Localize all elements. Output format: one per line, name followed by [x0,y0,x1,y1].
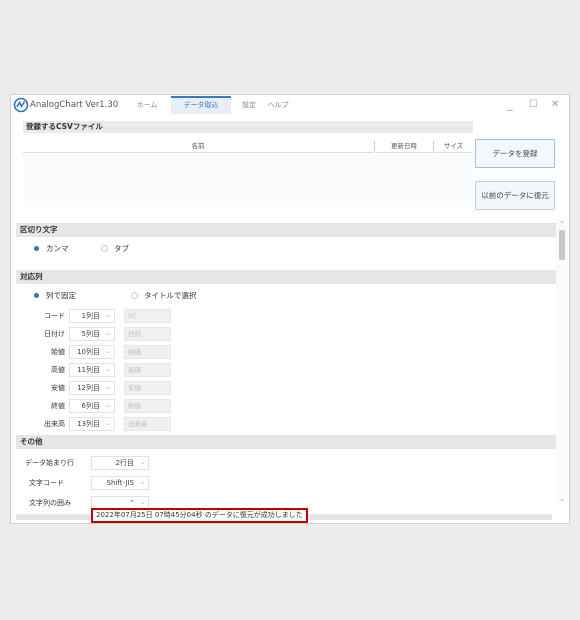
code-column-select[interactable]: 1列目 ⌄ [69,309,115,323]
radio-selected-icon [34,245,39,251]
chevron-down-icon: ⌄ [105,402,111,409]
select-value: 2行目 [115,459,134,467]
date-title-field: 日付 [124,327,171,341]
code-title-field: SC [124,309,171,323]
select-value: 13列目 [77,420,100,428]
mapping-label-low: 安値 [51,384,65,392]
encoding-select[interactable]: Shift-JIS ⌄ [91,476,149,490]
mapping-section-title: 対応列 [16,270,556,284]
chevron-down-icon: ⌄ [105,330,111,337]
chevron-down-icon: ⌄ [105,420,111,427]
other-section-title: その他 [16,435,556,449]
close-icon[interactable]: ✕ [551,98,559,112]
mapping-label-open: 始値 [51,348,65,356]
select-value: " [130,499,134,507]
mapping-label-close: 終値 [51,402,65,410]
chevron-down-icon: ⌄ [139,479,145,486]
title-bar: AnalogChart Ver1.30 ホーム データ取込 設定 ヘルプ _ ☐… [11,95,569,115]
low-title-field: 安値 [124,381,171,395]
select-value: 11列目 [77,366,100,374]
volume-column-select[interactable]: 13列目 ⌄ [69,417,115,431]
csv-file-list[interactable] [23,154,473,207]
scroll-up-icon[interactable]: ⌃ [556,219,568,229]
tab-home[interactable]: ホーム [127,96,167,114]
csv-file-table[interactable]: 名前 更新日時 サイズ [23,139,473,207]
radio-comma[interactable]: カンマ [33,243,69,255]
radio-unselected-icon [101,244,108,252]
data-start-row-select[interactable]: 2行目 ⌄ [91,456,149,470]
select-value: Shift-JIS [106,479,134,487]
radio-tab[interactable]: タブ [101,243,129,255]
minimize-icon[interactable]: _ [507,98,513,112]
select-value: 5列目 [81,330,100,338]
analogchart-logo-icon [13,97,29,113]
radio-comma-label: カンマ [46,244,69,253]
low-column-select[interactable]: 12列目 ⌄ [69,381,115,395]
data-start-row-label: データ始まり行 [25,459,74,467]
status-message: 2022年07月25日 07時45分04秒 のデータに復元が成功しました [91,508,308,523]
date-column-select[interactable]: 5列目 ⌄ [69,327,115,341]
chevron-down-icon: ⌄ [105,384,111,391]
scroll-thumb[interactable] [559,230,565,260]
radio-unselected-icon [131,291,138,299]
radio-fixed-column-label: 列で固定 [46,291,76,300]
radio-select-by-title[interactable]: タイトルで選択 [131,290,197,302]
chevron-down-icon: ⌄ [105,348,111,355]
csv-section-title: 登録するCSVファイル [23,121,473,133]
vertical-scrollbar[interactable]: ⌃ ⌄ [556,219,568,504]
close-column-select[interactable]: 6列目 ⌄ [69,399,115,413]
select-value: 1列目 [81,312,100,320]
tab-settings[interactable]: 設定 [237,96,261,114]
mapping-label-volume: 出来高 [44,420,65,428]
app-window: AnalogChart Ver1.30 ホーム データ取込 設定 ヘルプ _ ☐… [10,94,570,524]
close-title-field: 終値 [124,399,171,413]
tab-help[interactable]: ヘルプ [263,96,293,114]
radio-tab-label: タブ [114,244,129,253]
chevron-down-icon: ⌄ [105,312,111,319]
column-header-size[interactable]: サイズ [434,139,473,153]
maximize-icon[interactable]: ☐ [529,98,538,112]
select-value: 12列目 [77,384,100,392]
column-header-name[interactable]: 名前 [23,139,373,153]
high-column-select[interactable]: 11列目 ⌄ [69,363,115,377]
string-quote-label: 文字列の囲み [29,499,71,507]
chevron-down-icon: ⌄ [105,366,111,373]
open-title-field: 始値 [124,345,171,359]
radio-select-by-title-label: タイトルで選択 [144,291,197,300]
mapping-label-code: コード [44,312,65,320]
scroll-down-icon[interactable]: ⌄ [556,494,568,504]
select-value: 6列目 [81,402,100,410]
delimiter-section-title: 区切り文字 [16,223,556,237]
radio-selected-icon [34,292,39,298]
tab-data-import[interactable]: データ取込 [171,96,231,114]
radio-fixed-column[interactable]: 列で固定 [33,290,76,302]
column-header-modified[interactable]: 更新日時 [375,139,433,153]
app-title: AnalogChart Ver1.30 [30,100,119,110]
chevron-down-icon: ⌄ [139,459,145,466]
select-value: 10列目 [77,348,100,356]
high-title-field: 高値 [124,363,171,377]
restore-data-button[interactable]: 以前のデータに復元 [475,181,555,210]
encoding-label: 文字コード [29,479,64,487]
volume-title-field: 出来高 [124,417,171,431]
register-data-button[interactable]: データを登録 [475,139,555,168]
mapping-label-date: 日付け [44,330,65,338]
mapping-label-high: 高値 [51,366,65,374]
open-column-select[interactable]: 10列目 ⌄ [69,345,115,359]
